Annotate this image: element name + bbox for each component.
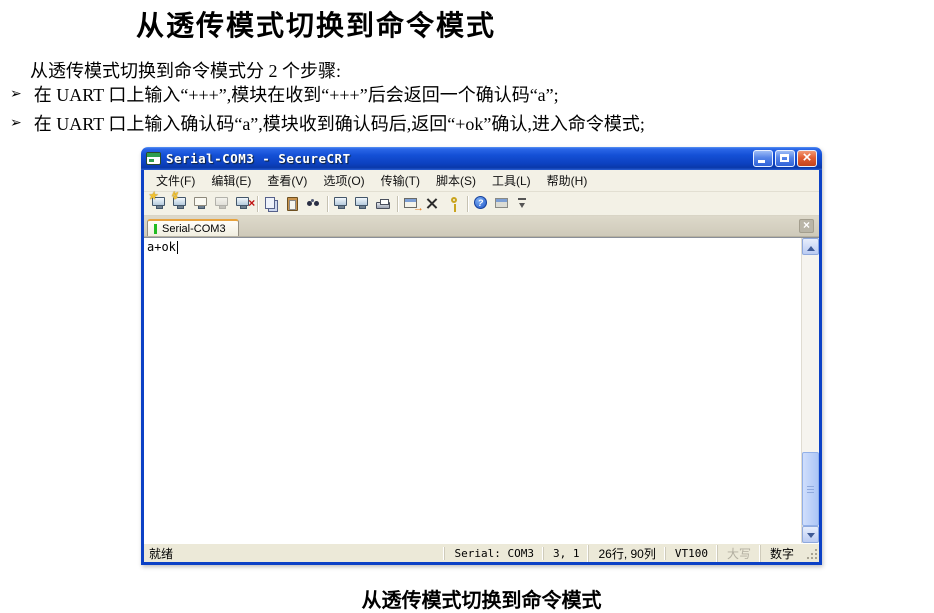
menu-transfer[interactable]: 传输(T) <box>373 170 428 191</box>
status-num-indicator: 数字 <box>760 545 803 562</box>
vertical-scrollbar[interactable] <box>801 238 819 543</box>
connected-indicator-icon <box>154 224 157 234</box>
terminal-text: a+ok <box>147 240 176 254</box>
tab-bar: Serial-COM3 <box>144 216 819 237</box>
menu-script[interactable]: 脚本(S) <box>428 170 484 191</box>
menu-file[interactable]: 文件(F) <box>148 170 203 191</box>
connect-icon[interactable] <box>149 194 170 213</box>
terminal-output: a+ok <box>147 240 178 254</box>
status-bar: 就绪 Serial: COM3 3, 1 26行, 90列 VT100 大写 数… <box>144 543 819 562</box>
toolbar-separator <box>257 196 258 212</box>
disconnect-icon[interactable] <box>233 194 254 213</box>
reconnect-icon[interactable] <box>212 194 233 213</box>
resize-grip[interactable] <box>805 547 818 560</box>
status-caps-indicator: 大写 <box>717 545 760 562</box>
status-cursor-position: 3, 1 <box>543 547 589 560</box>
key-agent-icon[interactable] <box>443 194 464 213</box>
bullet-text: 在 UART 口上输入“+++”,模块在收到“+++”后会返回一个确认码“a”; <box>34 83 559 107</box>
menu-view[interactable]: 查看(V) <box>259 170 315 191</box>
scroll-up-icon[interactable] <box>802 238 819 255</box>
paste-icon[interactable] <box>282 194 303 213</box>
menu-bar: 文件(F) 编辑(E) 查看(V) 选项(O) 传输(T) 脚本(S) 工具(L… <box>144 170 819 192</box>
connect-in-tab-icon[interactable] <box>191 194 212 213</box>
menu-help[interactable]: 帮助(H) <box>539 170 596 191</box>
tab-label: Serial-COM3 <box>162 223 226 235</box>
window-body: 文件(F) 编辑(E) 查看(V) 选项(O) 传输(T) 脚本(S) 工具(L… <box>141 170 822 565</box>
toolbar-separator <box>327 196 328 212</box>
scrollbar-thumb[interactable] <box>802 452 819 526</box>
raw-log-icon[interactable] <box>352 194 373 213</box>
tab-serial-com3[interactable]: Serial-COM3 <box>147 219 239 236</box>
global-options-icon[interactable] <box>401 194 422 213</box>
minimize-button[interactable] <box>753 150 773 167</box>
window-title: Serial-COM3 - SecureCRT <box>166 151 351 166</box>
print-icon[interactable] <box>373 194 394 213</box>
window-controls <box>753 150 817 167</box>
menu-edit[interactable]: 编辑(E) <box>203 170 259 191</box>
status-terminal-size: 26行, 90列 <box>588 545 664 562</box>
menu-tools[interactable]: 工具(L) <box>484 170 539 191</box>
terminal-area[interactable]: a+ok <box>144 237 819 543</box>
window-titlebar[interactable]: Serial-COM3 - SecureCRT <box>141 147 822 170</box>
toolbar-separator <box>467 196 468 212</box>
toolbar-overflow-icon[interactable] <box>513 194 534 213</box>
intro-text: 从透传模式切换到命令模式分 2 个步骤: <box>30 57 341 83</box>
about-icon[interactable] <box>492 194 513 213</box>
quick-connect-icon[interactable] <box>170 194 191 213</box>
arrow-bullet-icon: ➢ <box>10 83 22 107</box>
status-serial-port: Serial: COM3 <box>444 547 542 560</box>
app-icon <box>146 152 161 165</box>
arrow-bullet-icon: ➢ <box>10 112 22 136</box>
status-ready: 就绪 <box>144 545 444 562</box>
session-options-icon[interactable] <box>422 194 443 213</box>
figure-caption: 从透传模式切换到命令模式 <box>141 584 822 613</box>
maximize-button[interactable] <box>775 150 795 167</box>
page-title: 从透传模式切换到命令模式 <box>136 4 496 44</box>
text-cursor <box>177 241 178 254</box>
find-icon[interactable] <box>303 194 324 213</box>
close-button[interactable] <box>797 150 817 167</box>
log-session-icon[interactable] <box>331 194 352 213</box>
tab-close-icon[interactable] <box>799 219 814 233</box>
bullet-list: ➢ 在 UART 口上输入“+++”,模块在收到“+++”后会返回一个确认码“a… <box>10 83 645 136</box>
scroll-down-icon[interactable] <box>802 526 819 543</box>
list-item: ➢ 在 UART 口上输入确认码“a”,模块收到确认码后,返回“+ok”确认,进… <box>10 112 645 136</box>
status-emulation: VT100 <box>665 547 717 560</box>
bullet-text: 在 UART 口上输入确认码“a”,模块收到确认码后,返回“+ok”确认,进入命… <box>34 112 645 136</box>
menu-options[interactable]: 选项(O) <box>315 170 372 191</box>
help-icon[interactable] <box>471 194 492 213</box>
copy-icon[interactable] <box>261 194 282 213</box>
securecrt-window: Serial-COM3 - SecureCRT 文件(F) 编辑(E) 查看(V… <box>141 147 822 565</box>
list-item: ➢ 在 UART 口上输入“+++”,模块在收到“+++”后会返回一个确认码“a… <box>10 83 645 107</box>
toolbar-separator <box>397 196 398 212</box>
toolbar <box>144 192 819 216</box>
